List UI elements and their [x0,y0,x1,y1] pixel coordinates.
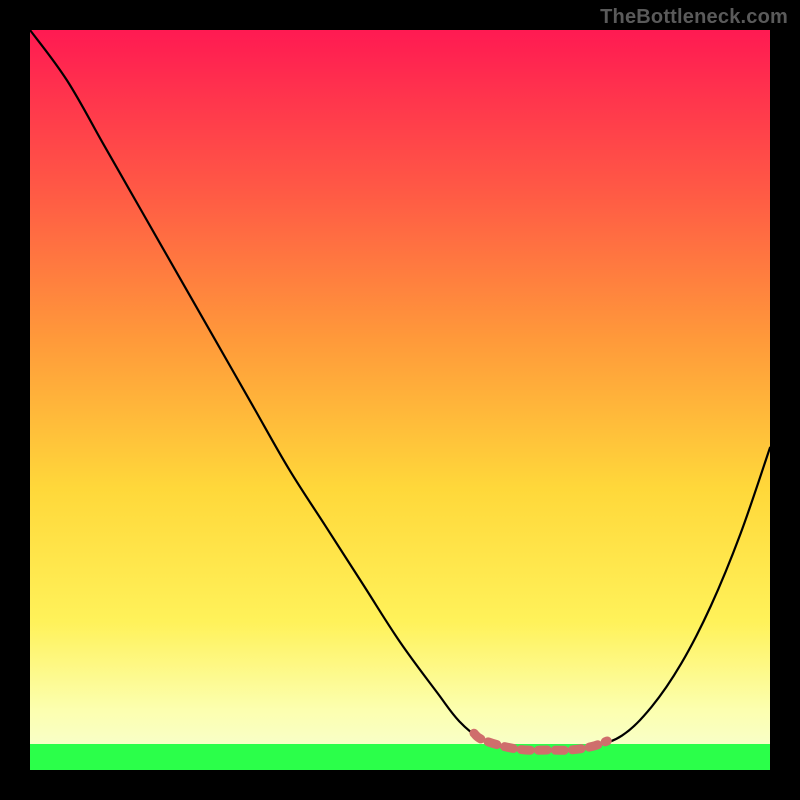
plot-gradient-area [30,30,770,770]
bottleneck-curve-chart [0,0,800,800]
green-band [30,744,770,770]
chart-stage: TheBottleneck.com [0,0,800,800]
